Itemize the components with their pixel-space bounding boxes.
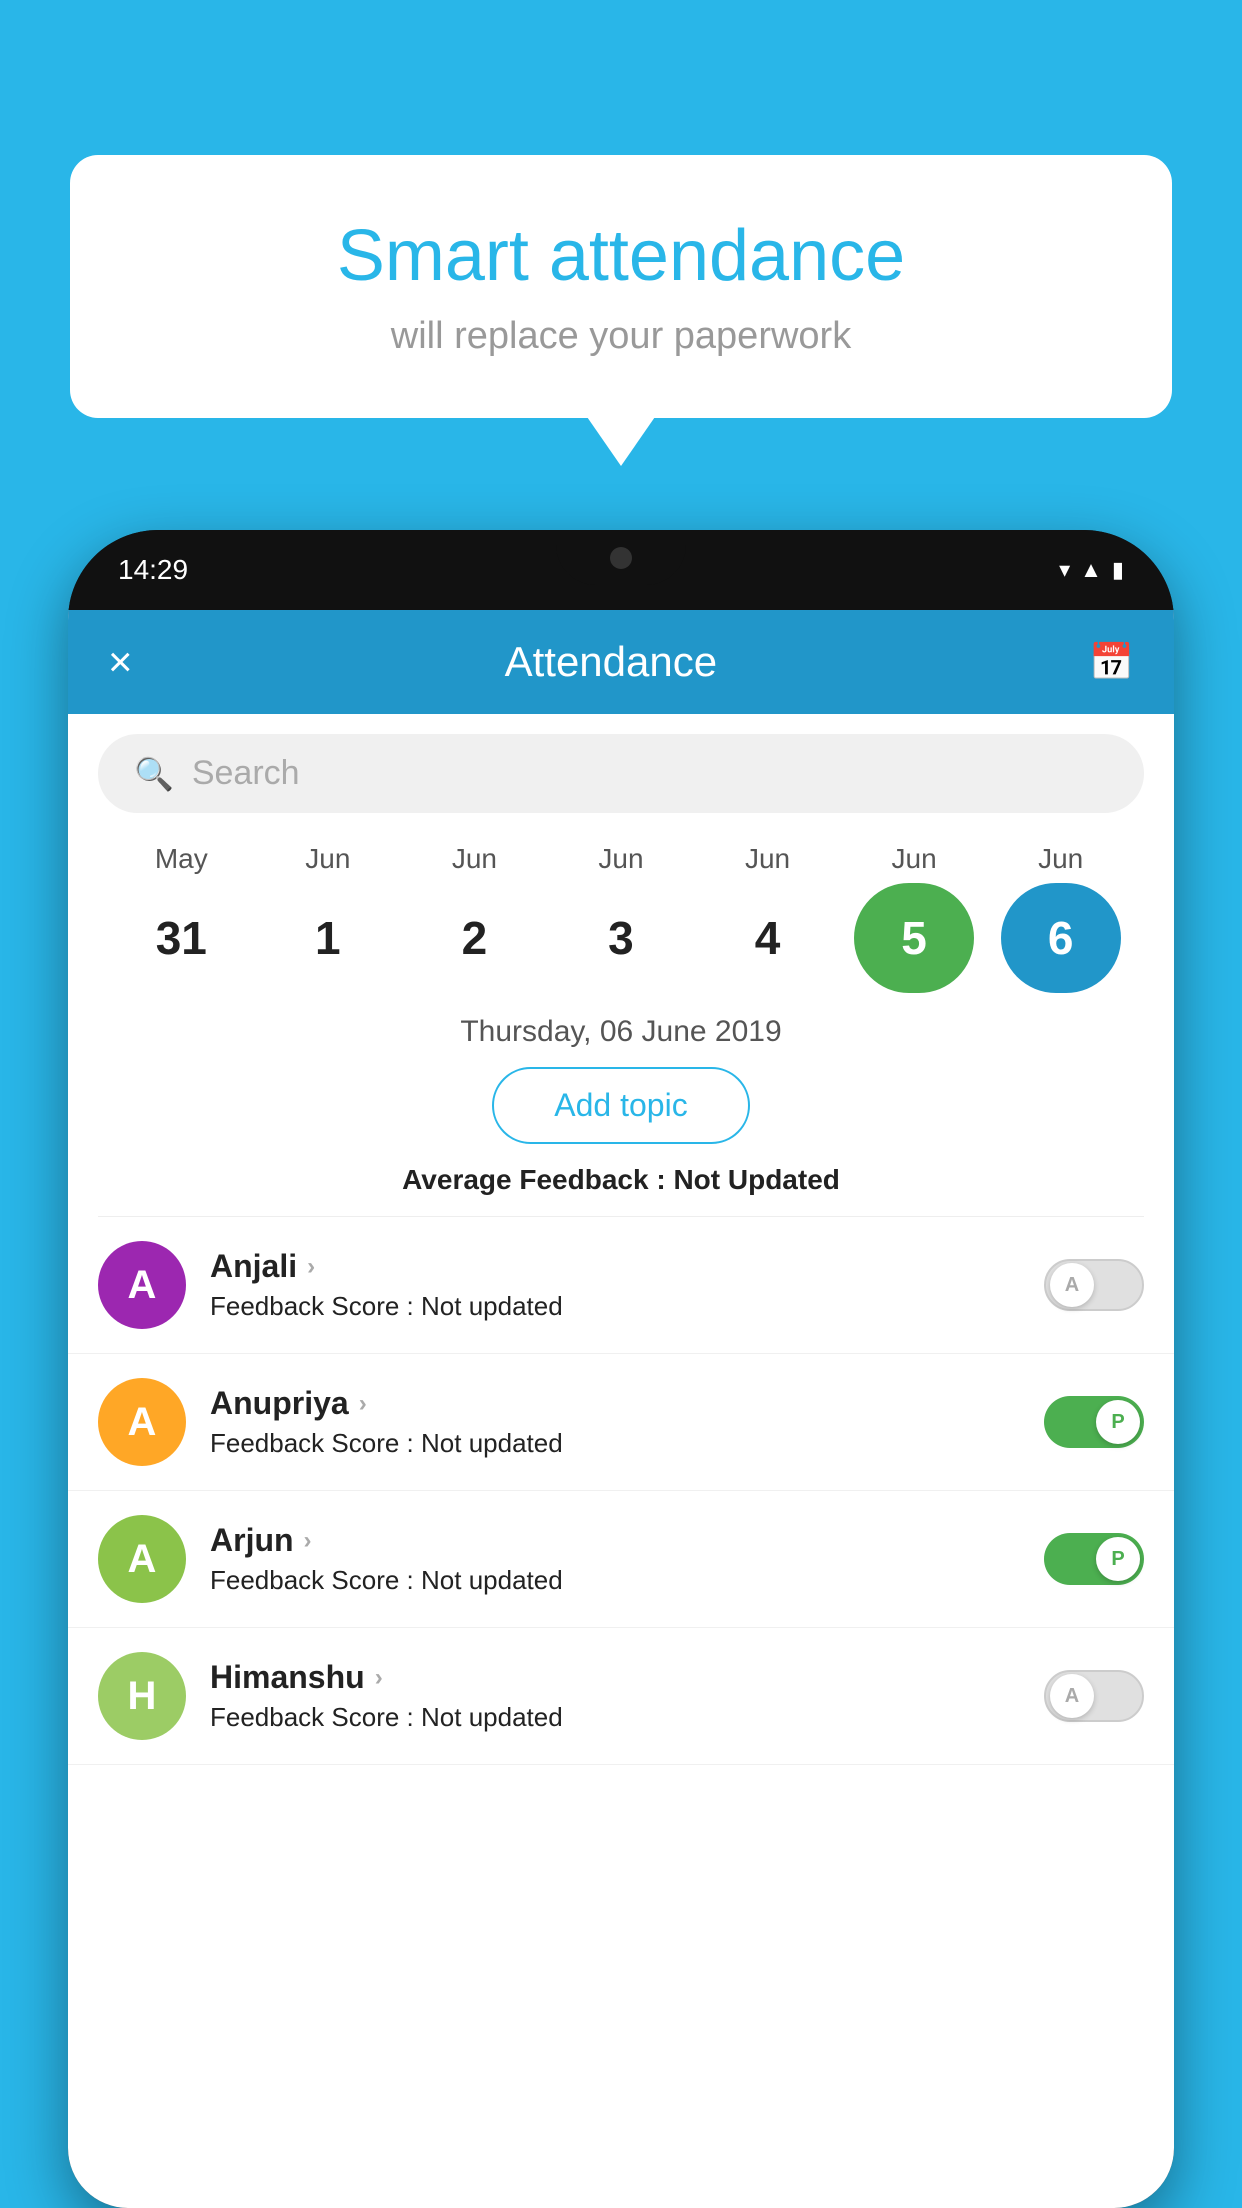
month-6: Jun bbox=[1001, 843, 1121, 875]
day-31[interactable]: 31 bbox=[121, 883, 241, 993]
calendar-months: May Jun Jun Jun Jun Jun Jun bbox=[98, 843, 1144, 875]
toggle-anjali[interactable]: A bbox=[1044, 1259, 1144, 1311]
toggle-knob-himanshu: A bbox=[1050, 1674, 1094, 1718]
avatar-anupriya: A bbox=[98, 1378, 186, 1466]
toggle-knob-anjali: A bbox=[1050, 1263, 1094, 1307]
phone-camera bbox=[610, 547, 632, 569]
toggle-anupriya[interactable]: P bbox=[1044, 1396, 1144, 1448]
day-2[interactable]: 2 bbox=[414, 883, 534, 993]
student-item-arjun[interactable]: A Arjun › Feedback Score : Not updated P bbox=[68, 1491, 1174, 1628]
add-topic-button[interactable]: Add topic bbox=[492, 1067, 749, 1144]
search-input[interactable]: Search bbox=[192, 754, 300, 793]
phone-time: 14:29 bbox=[118, 554, 188, 586]
status-icons: ▾ ▲ ▮ bbox=[1059, 557, 1124, 583]
signal-icon: ▲ bbox=[1080, 557, 1102, 583]
student-item-anupriya[interactable]: A Anupriya › Feedback Score : Not update… bbox=[68, 1354, 1174, 1491]
month-0: May bbox=[121, 843, 241, 875]
student-feedback-himanshu: Feedback Score : Not updated bbox=[210, 1702, 1020, 1733]
search-icon: 🔍 bbox=[134, 755, 174, 793]
day-4[interactable]: 4 bbox=[708, 883, 828, 993]
toggle-knob-arjun: P bbox=[1096, 1537, 1140, 1581]
toggle-knob-anupriya: P bbox=[1096, 1400, 1140, 1444]
chevron-anupriya: › bbox=[359, 1390, 367, 1418]
app-header: × Attendance 📅 bbox=[68, 610, 1174, 714]
chevron-anjali: › bbox=[307, 1253, 315, 1281]
student-list: A Anjali › Feedback Score : Not updated … bbox=[68, 1217, 1174, 1765]
month-4: Jun bbox=[708, 843, 828, 875]
chevron-himanshu: › bbox=[375, 1664, 383, 1692]
day-5-selected[interactable]: 5 bbox=[854, 883, 974, 993]
status-bar: 14:29 ▾ ▲ ▮ bbox=[68, 530, 1174, 610]
student-feedback-arjun: Feedback Score : Not updated bbox=[210, 1565, 1020, 1596]
search-bar[interactable]: 🔍 Search bbox=[98, 734, 1144, 813]
student-name-arjun: Arjun › bbox=[210, 1522, 1020, 1559]
student-name-anupriya: Anupriya › bbox=[210, 1385, 1020, 1422]
student-info-anjali: Anjali › Feedback Score : Not updated bbox=[210, 1248, 1020, 1322]
speech-bubble-subtitle: will replace your paperwork bbox=[130, 315, 1112, 358]
toggle-himanshu[interactable]: A bbox=[1044, 1670, 1144, 1722]
app-screen: × Attendance 📅 🔍 Search May Jun Jun Jun … bbox=[68, 610, 1174, 2208]
student-info-himanshu: Himanshu › Feedback Score : Not updated bbox=[210, 1659, 1020, 1733]
day-3[interactable]: 3 bbox=[561, 883, 681, 993]
avatar-arjun: A bbox=[98, 1515, 186, 1603]
day-1[interactable]: 1 bbox=[268, 883, 388, 993]
close-button[interactable]: × bbox=[108, 641, 133, 683]
toggle-arjun[interactable]: P bbox=[1044, 1533, 1144, 1585]
wifi-icon: ▾ bbox=[1059, 557, 1070, 583]
chevron-arjun: › bbox=[304, 1527, 312, 1555]
student-item-anjali[interactable]: A Anjali › Feedback Score : Not updated … bbox=[68, 1217, 1174, 1354]
calendar-strip: May Jun Jun Jun Jun Jun Jun 31 1 2 3 4 5… bbox=[68, 833, 1174, 993]
phone-notch bbox=[556, 530, 686, 585]
speech-bubble: Smart attendance will replace your paper… bbox=[70, 155, 1172, 418]
average-feedback: Average Feedback : Not Updated bbox=[68, 1164, 1174, 1196]
month-2: Jun bbox=[414, 843, 534, 875]
day-6-today[interactable]: 6 bbox=[1001, 883, 1121, 993]
month-1: Jun bbox=[268, 843, 388, 875]
student-info-arjun: Arjun › Feedback Score : Not updated bbox=[210, 1522, 1020, 1596]
avg-feedback-label: Average Feedback : bbox=[402, 1164, 666, 1195]
app-title: Attendance bbox=[505, 638, 718, 686]
month-5: Jun bbox=[854, 843, 974, 875]
student-feedback-anjali: Feedback Score : Not updated bbox=[210, 1291, 1020, 1322]
speech-bubble-title: Smart attendance bbox=[130, 215, 1112, 297]
phone-frame: 14:29 ▾ ▲ ▮ × Attendance 📅 🔍 Search May … bbox=[68, 530, 1174, 2208]
student-feedback-anupriya: Feedback Score : Not updated bbox=[210, 1428, 1020, 1459]
calendar-icon[interactable]: 📅 bbox=[1089, 641, 1134, 683]
month-3: Jun bbox=[561, 843, 681, 875]
selected-date-label: Thursday, 06 June 2019 bbox=[68, 1015, 1174, 1049]
student-info-anupriya: Anupriya › Feedback Score : Not updated bbox=[210, 1385, 1020, 1459]
avatar-himanshu: H bbox=[98, 1652, 186, 1740]
avatar-anjali: A bbox=[98, 1241, 186, 1329]
student-name-anjali: Anjali › bbox=[210, 1248, 1020, 1285]
avg-feedback-value: Not Updated bbox=[673, 1164, 839, 1195]
student-item-himanshu[interactable]: H Himanshu › Feedback Score : Not update… bbox=[68, 1628, 1174, 1765]
calendar-days: 31 1 2 3 4 5 6 bbox=[98, 883, 1144, 993]
battery-icon: ▮ bbox=[1112, 557, 1124, 583]
student-name-himanshu: Himanshu › bbox=[210, 1659, 1020, 1696]
